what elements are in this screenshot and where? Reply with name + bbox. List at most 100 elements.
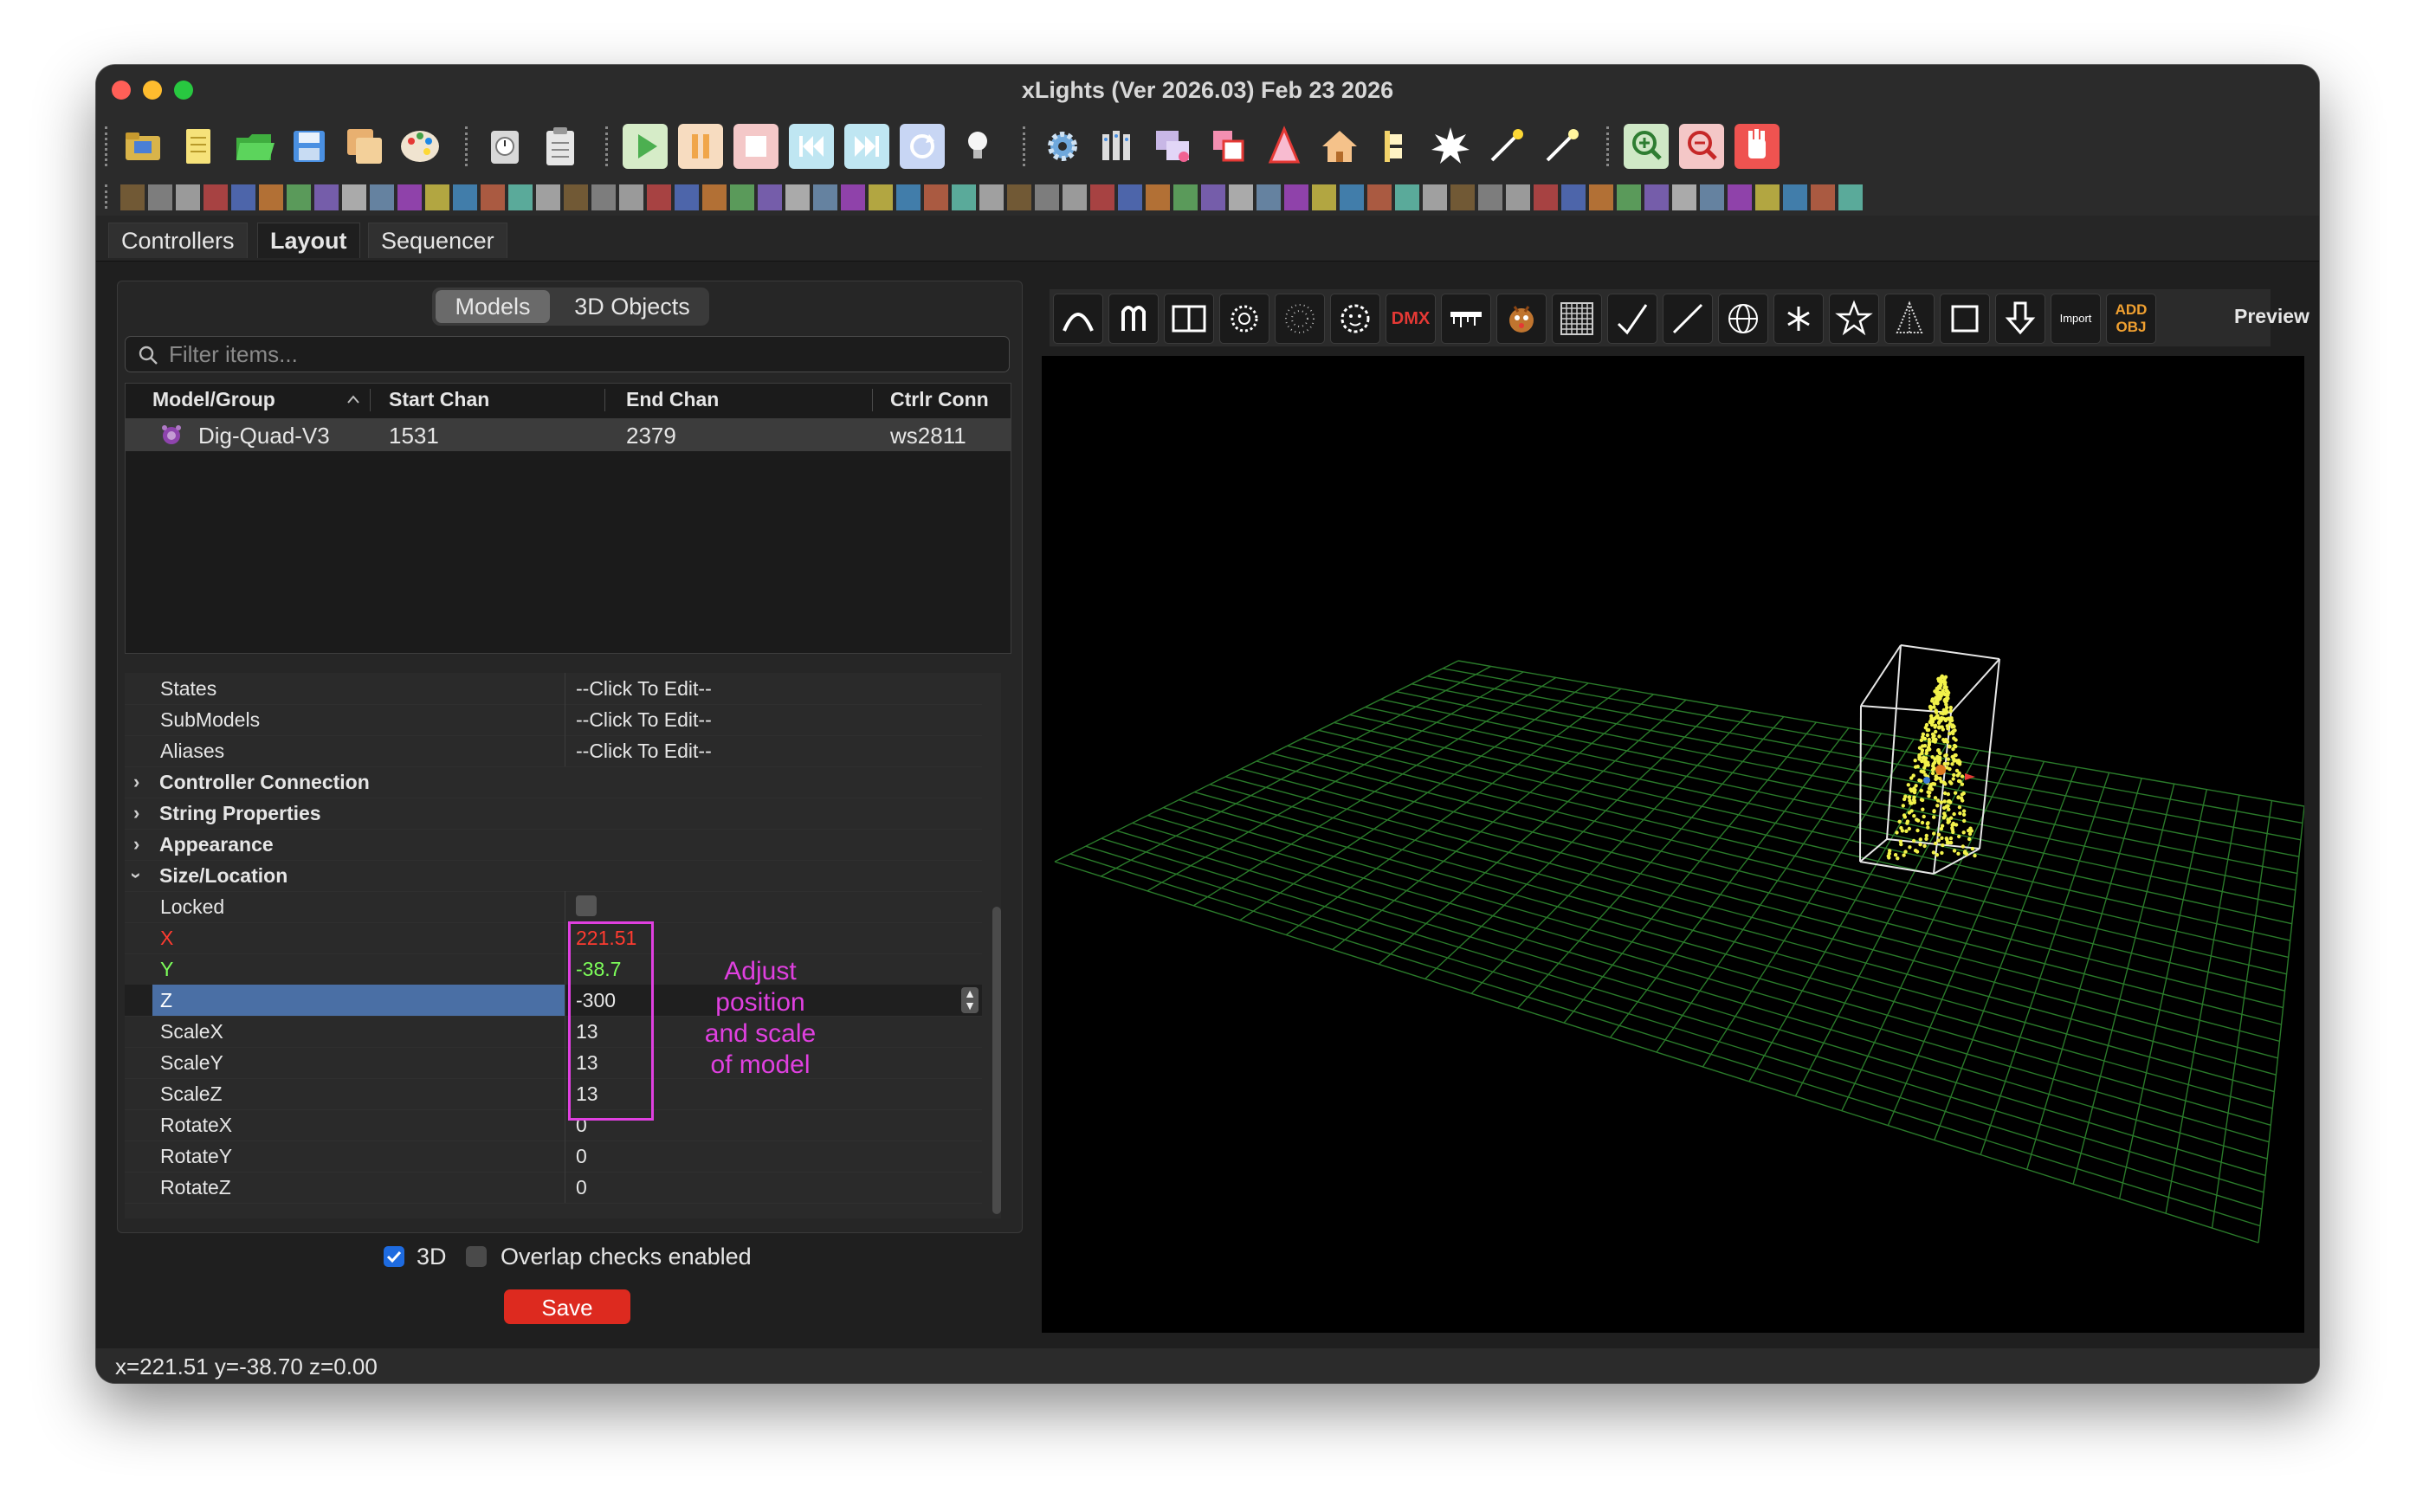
effect-icon[interactable] [1118, 184, 1142, 210]
model-center-handle[interactable] [1935, 765, 1946, 775]
rewind-icon[interactable] [789, 124, 834, 169]
effect-icon[interactable] [508, 184, 533, 210]
sphere-dots-icon[interactable] [1330, 294, 1380, 344]
property-row[interactable]: Locked [125, 891, 982, 923]
effect-icon[interactable] [813, 184, 837, 210]
pause-icon[interactable] [678, 124, 723, 169]
replay-icon[interactable] [900, 124, 945, 169]
clipboard-icon[interactable] [538, 124, 583, 169]
toolbar-grip[interactable] [605, 126, 611, 166]
toolbar-grip[interactable] [105, 184, 111, 209]
effect-icon[interactable] [397, 184, 422, 210]
effect-icon[interactable] [1035, 184, 1059, 210]
effect-icon[interactable] [342, 184, 366, 210]
column-header-ctrlr-conn[interactable]: Ctrlr Conn [890, 384, 989, 415]
effect-icon[interactable] [1450, 184, 1475, 210]
property-row[interactable]: ScaleY 13 [125, 1047, 982, 1079]
effect-icon[interactable] [1284, 184, 1308, 210]
effect-icon[interactable] [1312, 184, 1336, 210]
candy-cane-icon[interactable] [1108, 294, 1159, 344]
save-as-icon[interactable] [342, 124, 387, 169]
effect-icon[interactable] [1229, 184, 1253, 210]
effect-icon[interactable] [370, 184, 394, 210]
layers-icon[interactable] [1206, 124, 1251, 169]
overlap-checkbox[interactable] [466, 1246, 487, 1267]
open-sequence-icon[interactable] [231, 124, 276, 169]
effect-icon[interactable] [1173, 184, 1198, 210]
effect-icon[interactable] [1063, 184, 1087, 210]
column-divider[interactable] [872, 389, 873, 411]
effect-icon[interactable] [453, 184, 477, 210]
toolbar-grip[interactable] [1606, 126, 1612, 166]
category-string-properties[interactable]: › String Properties [125, 798, 982, 830]
palette-icon[interactable] [397, 124, 443, 169]
property-row[interactable]: RotateX 0 [125, 1109, 982, 1141]
stop-icon[interactable] [733, 124, 778, 169]
burst-icon[interactable] [1428, 124, 1473, 169]
icicles-icon[interactable] [1441, 294, 1491, 344]
download-arrow-icon[interactable] [1995, 294, 2045, 344]
clock-icon[interactable] [482, 124, 527, 169]
save-icon[interactable] [287, 124, 332, 169]
property-row[interactable]: ScaleX 13 [125, 1016, 982, 1048]
property-row[interactable]: States --Click To Edit-- [125, 673, 982, 705]
play-icon[interactable] [623, 124, 668, 169]
property-row[interactable]: RotateZ 0 [125, 1172, 982, 1204]
effect-icon[interactable] [1617, 184, 1641, 210]
effect-icon[interactable] [1561, 184, 1586, 210]
chevron-right-icon[interactable]: › [133, 798, 139, 829]
open-folder-icon[interactable] [120, 124, 165, 169]
x-axis-handle[interactable] [1965, 773, 1975, 780]
tab-sequencer[interactable]: Sequencer [368, 223, 507, 258]
tab-controllers[interactable]: Controllers [108, 223, 248, 258]
property-row[interactable]: X 221.51 [125, 922, 982, 954]
effect-icon[interactable] [259, 184, 283, 210]
zoom-out-icon[interactable] [1679, 124, 1724, 169]
property-row-selected[interactable]: Z -300 ▲ ▼ [125, 985, 982, 1017]
effect-icon[interactable] [896, 184, 921, 210]
property-row[interactable]: SubModels --Click To Edit-- [125, 704, 982, 736]
fast-forward-icon[interactable] [844, 124, 889, 169]
effect-icon[interactable] [425, 184, 449, 210]
category-controller-connection[interactable]: › Controller Connection [125, 766, 982, 798]
effect-icon[interactable] [1700, 184, 1724, 210]
category-size-location[interactable]: › Size/Location [125, 860, 982, 892]
starburst-icon[interactable] [1773, 294, 1824, 344]
effect-icon[interactable] [1423, 184, 1447, 210]
effect-icon[interactable] [785, 184, 810, 210]
effect-icon[interactable] [203, 184, 228, 210]
toolbar-grip[interactable] [1023, 126, 1029, 166]
face-icon[interactable] [1496, 294, 1547, 344]
effect-icon[interactable] [1478, 184, 1502, 210]
toolbar-grip[interactable] [105, 126, 111, 166]
import-button[interactable]: Import [2051, 294, 2101, 344]
effect-icon[interactable] [1783, 184, 1807, 210]
effect-icon[interactable] [1728, 184, 1752, 210]
effect-icon[interactable] [1589, 184, 1613, 210]
segment-3d-objects[interactable]: 3D Objects [559, 290, 706, 323]
property-row[interactable]: ScaleZ 13 [125, 1078, 982, 1110]
effect-icon[interactable] [1007, 184, 1031, 210]
segment-models[interactable]: Models [436, 290, 550, 323]
effect-icon[interactable] [619, 184, 643, 210]
effect-icon[interactable] [176, 184, 200, 210]
polyline-icon[interactable] [1607, 294, 1657, 344]
column-divider[interactable] [604, 389, 605, 411]
spinner-icon[interactable] [1275, 294, 1325, 344]
window-frame-icon[interactable] [1164, 294, 1214, 344]
property-value[interactable]: --Click To Edit-- [576, 704, 712, 735]
effect-icon[interactable] [314, 184, 339, 210]
effect-icon[interactable] [1340, 184, 1364, 210]
house-icon[interactable] [1317, 124, 1362, 169]
chevron-right-icon[interactable]: › [133, 829, 139, 860]
column-header-start-chan[interactable]: Start Chan [389, 384, 489, 415]
effect-icon[interactable] [1201, 184, 1225, 210]
effect-icon[interactable] [591, 184, 616, 210]
column-header-model-group[interactable]: Model/Group [152, 384, 275, 415]
props-icon[interactable] [1373, 124, 1418, 169]
effect-icon[interactable] [1395, 184, 1419, 210]
new-sequence-icon[interactable] [176, 124, 221, 169]
effect-icon[interactable] [1672, 184, 1696, 210]
3d-checkbox[interactable] [384, 1246, 404, 1267]
effect-icon[interactable] [231, 184, 255, 210]
